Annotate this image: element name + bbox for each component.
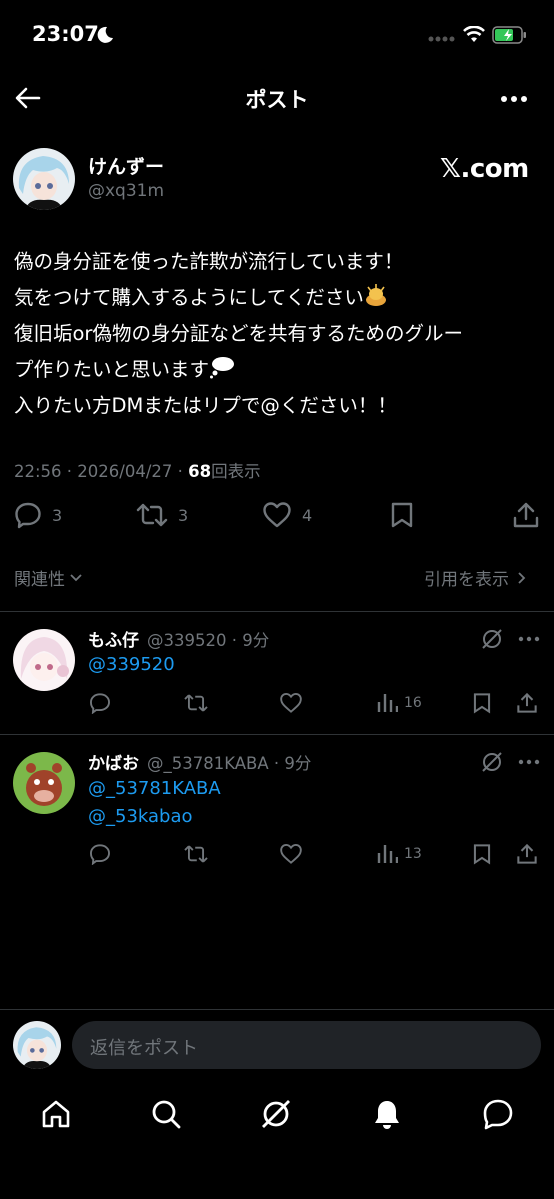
post-line: 気をつけて購入するようにしてください (14, 280, 542, 316)
thought-balloon-icon (209, 355, 235, 379)
views-icon (377, 694, 398, 712)
reply-icon[interactable] (89, 843, 111, 865)
author-avatar[interactable] (13, 148, 75, 210)
like-icon[interactable] (279, 843, 303, 865)
signal-icon (428, 35, 456, 43)
author-handle[interactable]: @xq31m (88, 181, 164, 201)
views-button[interactable]: 13 (376, 843, 422, 865)
post-line: 復旧垢or偽物の身分証などを共有するためのグルー (14, 322, 463, 345)
views-icon (377, 845, 398, 863)
post-line: プ作りたいと思います (14, 352, 542, 388)
post-line: 入りたい方DMまたはリプで@ください！！ (14, 394, 397, 417)
repost-icon (136, 501, 168, 529)
page-title: ポスト (245, 88, 309, 112)
reply-item[interactable]: もふ仔 @339520 · 9分 @339520 16 (0, 612, 554, 734)
reply-mention[interactable]: @_53kabao (88, 806, 193, 827)
repost-button[interactable]: 3 (136, 501, 188, 529)
views-button[interactable]: 16 (376, 692, 422, 714)
repost-icon[interactable] (183, 843, 209, 865)
divider (0, 1009, 554, 1010)
share-icon[interactable] (516, 692, 538, 714)
post-line: 偽の身分証を使った詐欺が流行しています！ (14, 250, 404, 273)
composer-avatar[interactable] (13, 1021, 61, 1069)
chevron-down-icon (70, 573, 82, 581)
search-icon[interactable] (150, 1098, 182, 1130)
share-button[interactable] (512, 501, 540, 529)
reply-avatar[interactable] (13, 752, 75, 814)
reply-mention[interactable]: @339520 (88, 654, 175, 675)
reply-meta: @_53781KABA · 9分 (147, 753, 312, 773)
relevance-dropdown[interactable]: 関連性 (14, 565, 83, 590)
like-icon[interactable] (279, 692, 303, 714)
chevron-right-icon (518, 571, 526, 584)
grok-icon[interactable] (260, 1098, 292, 1130)
post-meta: 22:56 · 2026/04/27 · 68回表示 (14, 462, 261, 481)
share-icon (512, 501, 540, 529)
reply-icon[interactable] (89, 692, 111, 714)
battery-icon (492, 25, 528, 45)
grok-icon[interactable] (481, 628, 503, 650)
bowing-emoji-icon (364, 283, 388, 307)
reply-meta: @339520 · 9分 (147, 630, 270, 650)
post-actions: 3 3 4 (0, 501, 554, 535)
home-icon[interactable] (40, 1098, 72, 1130)
reply-author-name[interactable]: もふ仔 (88, 626, 139, 651)
reply-button[interactable]: 3 (14, 501, 62, 529)
status-time: 23:07 (32, 22, 99, 46)
reply-author-name[interactable]: かばお (88, 749, 139, 774)
reply-input-placeholder: 返信をポスト (90, 1038, 198, 1059)
reply-icon (14, 501, 42, 529)
xcom-logo: 𝕏.com (440, 154, 529, 184)
like-icon (262, 501, 292, 529)
grok-icon[interactable] (481, 751, 503, 773)
bookmark-button[interactable] (389, 501, 415, 529)
reply-item[interactable]: かばお @_53781KABA · 9分 @_53781KABA @_53kab… (0, 735, 554, 885)
post-body: 偽の身分証を使った詐欺が流行しています！ 気をつけて購入するようにしてください … (14, 244, 542, 424)
reply-mention[interactable]: @_53781KABA (88, 778, 221, 799)
more-icon[interactable] (518, 759, 540, 765)
bookmark-icon (389, 501, 415, 529)
share-icon[interactable] (516, 843, 538, 865)
bookmark-icon[interactable] (471, 843, 493, 865)
repost-icon[interactable] (183, 692, 209, 714)
reply-avatar[interactable] (13, 629, 75, 691)
more-icon[interactable] (518, 636, 540, 642)
more-icon[interactable] (500, 95, 528, 103)
moon-icon (96, 26, 114, 44)
view-quotes-link[interactable]: 引用を表示 (424, 565, 527, 590)
views-count: 68 (188, 462, 212, 481)
author-name[interactable]: けんずー (88, 152, 164, 179)
bookmark-icon[interactable] (471, 692, 493, 714)
messages-icon[interactable] (482, 1098, 514, 1130)
wifi-icon (463, 26, 485, 44)
bell-icon[interactable] (371, 1098, 403, 1130)
like-button[interactable]: 4 (262, 501, 312, 529)
